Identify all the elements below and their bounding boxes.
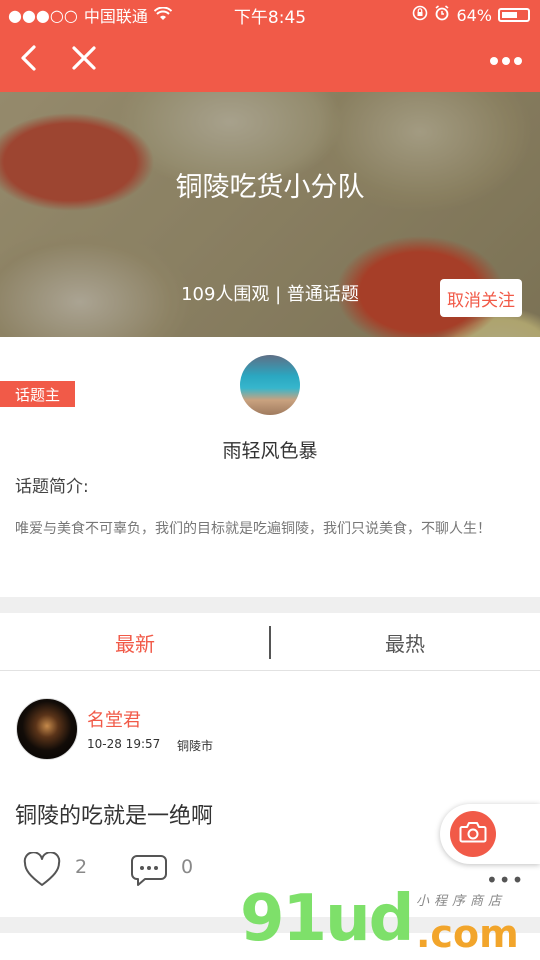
battery-icon [498, 8, 530, 22]
unfollow-button[interactable]: 取消关注 [440, 279, 522, 317]
comment-count: 0 [181, 856, 194, 878]
status-bar: ●●●○○ 中国联通 下午8:45 64% [0, 0, 540, 30]
post-author-name[interactable]: 名堂君 [87, 706, 141, 732]
alarm-icon [434, 5, 450, 25]
post-content[interactable]: 铜陵的吃就是一绝啊 [15, 798, 213, 830]
post-author-avatar[interactable] [16, 698, 78, 760]
topic-owner-tag: 话题主 [0, 381, 75, 407]
post-time: 10-28 19:57 [87, 737, 161, 751]
comment-button[interactable] [129, 852, 169, 888]
section-divider [0, 597, 540, 613]
tab-bar: 最新 最热 [0, 613, 540, 671]
close-button[interactable] [64, 40, 104, 80]
camera-button[interactable] [450, 811, 496, 857]
like-count: 2 [75, 856, 88, 878]
battery-fill [502, 12, 517, 18]
owner-name[interactable]: 雨轻风色暴 [0, 436, 540, 463]
heart-icon [22, 851, 62, 892]
camera-icon [459, 820, 487, 848]
like-button[interactable] [22, 851, 62, 888]
tab-latest[interactable]: 最新 [0, 613, 270, 671]
topic-banner: 铜陵吃货小分队 109人围观 | 普通话题 取消关注 [0, 92, 540, 337]
back-button[interactable] [8, 40, 48, 80]
nav-bar [0, 30, 540, 92]
more-dots-icon [489, 51, 523, 70]
floating-post-button[interactable] [440, 804, 540, 864]
battery-percent: 64% [456, 5, 492, 25]
tab-hot[interactable]: 最热 [270, 613, 540, 671]
intro-label: 话题简介: [15, 477, 89, 497]
post-card: 名堂君 10-28 19:57 铜陵市 铜陵的吃就是一绝啊 2 0 ••• [0, 672, 540, 917]
intro-text: 唯爱与美食不可辜负，我们的目标就是吃遍铜陵，我们只说美食，不聊人生！ [15, 521, 491, 537]
post-city: 铜陵市 [177, 739, 214, 753]
watermark-main: 91ud [240, 882, 414, 956]
watermark-domain: .com [416, 912, 519, 956]
chevron-left-icon [18, 44, 38, 76]
watermark-tagline: 小程序商店 [416, 894, 507, 909]
watermark: 91ud 小程序商店 .com [240, 882, 540, 960]
owner-avatar[interactable] [240, 355, 300, 415]
comment-icon [129, 855, 169, 892]
more-button[interactable] [486, 40, 526, 80]
orientation-lock-icon [412, 5, 428, 25]
close-icon [71, 45, 97, 75]
topic-title: 铜陵吃货小分队 [175, 172, 365, 203]
